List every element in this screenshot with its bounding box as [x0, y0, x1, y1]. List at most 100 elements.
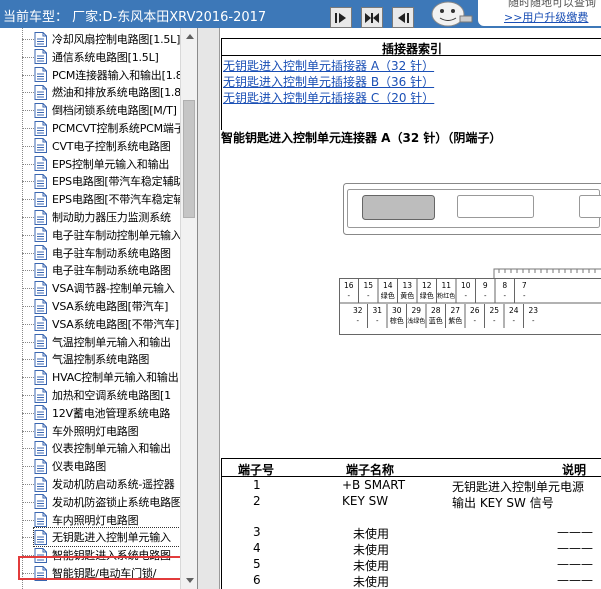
sidebar-item-label: 电子驻车制动系统电路图 — [52, 264, 171, 278]
tree-connector — [22, 163, 34, 165]
sidebar-item[interactable]: EPS电路图[不带汽车稳定辅助] — [34, 190, 180, 208]
document-icon — [34, 440, 47, 456]
tree-connector — [22, 56, 34, 58]
document-icon — [34, 494, 47, 510]
sidebar-item[interactable]: PCMCVT控制系统PCM端子 — [34, 119, 180, 137]
mascot-icon — [418, 0, 476, 28]
sidebar-item[interactable]: 发动机防盗锁止系统电路图 — [34, 493, 180, 511]
bottom-row-pin-number: 28 — [431, 306, 441, 315]
top-row-pin-number: 8 — [502, 281, 507, 290]
sidebar-item[interactable]: 仪表控制单元输入和输出 — [34, 439, 180, 457]
sidebar-item[interactable]: 仪表电路图 — [34, 457, 180, 475]
tree-connector — [22, 323, 34, 325]
divider — [222, 476, 601, 477]
top-row-pin-number: 16 — [344, 281, 354, 290]
document-icon — [34, 262, 47, 278]
expand-both-icon — [365, 12, 379, 23]
sidebar-item[interactable]: VSA系统电路图[不带汽车] — [34, 315, 180, 333]
document-icon — [34, 173, 47, 189]
pin-desc-cell: ——— — [557, 525, 593, 539]
scroll-thumb[interactable] — [183, 100, 195, 218]
sidebar-item[interactable]: HVAC控制单元输入和输出 — [34, 368, 180, 386]
sidebar-item[interactable]: EPS控制单元输入和输出 — [34, 155, 180, 173]
sidebar-item[interactable]: 电子驻车制动系统电路图 — [34, 261, 180, 279]
sidebar-item[interactable]: 电子驻车制动控制单元输入 — [34, 226, 180, 244]
connector-c-link[interactable]: 无钥匙进入控制单元插接器 C（20 针） — [223, 89, 434, 106]
pin-desc-cell: 无钥匙进入控制单元电源 — [452, 480, 585, 494]
bottom-row-pin-wire-color: 棕色 — [390, 316, 404, 325]
tree-connector — [22, 252, 34, 254]
tree-connector — [22, 199, 34, 201]
sidebar-item[interactable]: CVT电子控制系统电路图 — [34, 137, 180, 155]
tree-connector — [22, 395, 34, 396]
pin-number-cell: 1 — [253, 478, 261, 492]
document-icon — [34, 512, 47, 528]
pane-splitter[interactable] — [198, 28, 220, 589]
sidebar-item-label: 仪表电路图 — [52, 460, 106, 474]
sidebar-item-label: PCM连接器输入和输出[1.8L] — [52, 68, 180, 82]
document-icon — [34, 84, 47, 100]
top-row-pin-number: 11 — [441, 281, 451, 290]
pin-desc-cell: ——— — [557, 541, 593, 555]
sidebar-item[interactable]: 发动机防启动系统-遥控器 — [34, 475, 180, 493]
document-icon — [34, 191, 47, 207]
sidebar-item[interactable]: 制动助力器压力监测系统 — [34, 208, 180, 226]
upgrade-link[interactable]: >>用户升级缴费 — [504, 9, 588, 25]
sidebar-item-label: 制动助力器压力监测系统 — [52, 211, 171, 224]
connector-a-link[interactable]: 无钥匙进入控制单元插接器 A（32 针） — [223, 57, 434, 74]
upgrade-panel: 随时随地可以查询 >>用户升级缴费 — [476, 0, 601, 28]
connector-b-link[interactable]: 无钥匙进入控制单元插接器 B（36 针） — [223, 73, 434, 90]
sidebar-item[interactable]: 车内照明灯电路图 — [34, 511, 180, 529]
bottom-row-pin-wire-color: 蓝色 — [429, 316, 443, 325]
top-row-pin-number: 15 — [363, 281, 373, 290]
tree-connector — [22, 270, 34, 272]
pin-desc-cell: ——— — [557, 573, 593, 587]
divider — [222, 55, 601, 56]
sidebar-item-selected[interactable]: 无钥匙进入控制单元输入 — [33, 527, 181, 548]
pin-number-cell: 5 — [253, 557, 261, 571]
pin-number-cell: 6 — [253, 573, 261, 587]
tree-connector — [22, 537, 34, 539]
sidebar-item[interactable]: 气温控制单元输入和输出 — [34, 333, 180, 351]
scroll-down-icon[interactable] — [181, 572, 197, 589]
pin-desc-cell: 输出 KEY SW 信号 — [452, 496, 554, 510]
sidebar-item[interactable]: 冷却风扇控制电路图[1.5L] — [34, 30, 180, 48]
document-icon — [34, 209, 47, 225]
sidebar-item[interactable]: EPS电路图[带汽车稳定辅助] — [34, 172, 180, 190]
pin-desc-cell: ——— — [557, 557, 593, 571]
sidebar-item[interactable]: 加热和空调系统电路图[1 — [34, 386, 180, 404]
document-icon — [34, 67, 47, 83]
sidebar-item-label: 冷却风扇控制电路图[1.5L] — [52, 33, 180, 46]
top-row-pin-number: 13 — [402, 281, 412, 290]
sidebar-item-label: EPS电路图[不带汽车稳定辅助] — [52, 193, 180, 207]
tree-connector — [22, 341, 34, 343]
scroll-up-icon[interactable] — [181, 28, 197, 45]
sidebar-item[interactable]: 燃油和排放系统电路图[1.8L] — [34, 83, 180, 101]
tree-connector — [22, 217, 34, 218]
sidebar-scrollbar[interactable] — [180, 28, 197, 589]
sidebar-tree: 冷却风扇控制电路图[1.5L] 通信系统电路图[1.5L] PCM连接器输入和输出[… — [0, 28, 198, 589]
sidebar-item[interactable]: 12V蓄电池管理系统电路 — [34, 404, 180, 422]
sidebar-item[interactable]: 气温控制系统电路图 — [34, 350, 180, 368]
collapse-left-button[interactable] — [392, 7, 414, 28]
sidebar-item-label: 通信系统电路图[1.5L] — [52, 50, 159, 64]
bottom-row-pin-wire-color: 浅绿色 — [407, 317, 425, 325]
document-icon — [34, 245, 47, 261]
document-icon — [34, 280, 47, 296]
sidebar-item[interactable]: 通信系统电路图[1.5L] — [34, 48, 180, 66]
document-icon — [34, 334, 47, 350]
sidebar-item[interactable]: 车外照明灯电路图 — [34, 422, 180, 440]
tree-connector — [22, 128, 34, 129]
sidebar-item[interactable]: VSA系统电路图[带汽车] — [34, 297, 180, 315]
sidebar-item[interactable]: 电子驻车制动系统电路图 — [34, 244, 180, 262]
tree-guide-line — [22, 28, 23, 589]
sidebar-item-label: 车内照明灯电路图 — [52, 513, 139, 527]
document-icon — [34, 102, 47, 118]
tree-connector — [22, 484, 34, 485]
document-icon — [34, 316, 47, 332]
sidebar-item[interactable]: PCM连接器输入和输出[1.8L] — [34, 66, 180, 84]
collapse-right-button[interactable] — [330, 7, 352, 28]
sidebar-item[interactable]: VSA调节器-控制单元输入 — [34, 279, 180, 297]
sidebar-item[interactable]: 倒档闭锁系统电路图[M/T] — [34, 101, 180, 119]
expand-both-button[interactable] — [361, 7, 383, 28]
